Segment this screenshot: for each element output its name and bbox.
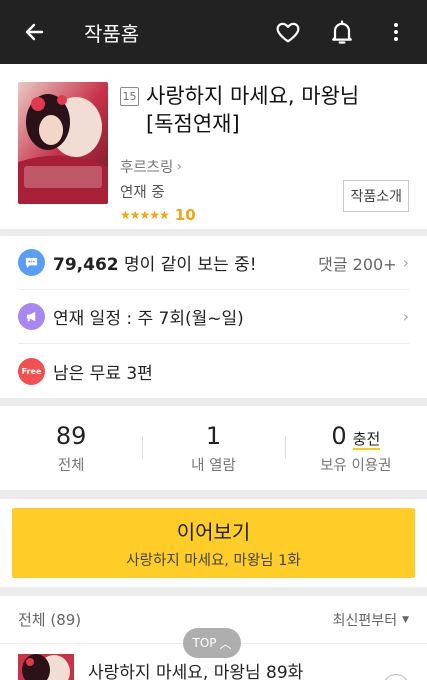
continue-reading-button[interactable]: 이어보기 사랑하지 마세요, 마왕님 1화 (12, 508, 415, 578)
free-row: Free 남은 무료 3편 (18, 344, 409, 398)
stat-total-label: 전체 (57, 457, 85, 474)
comments-link[interactable]: 댓글 200+ › (318, 251, 409, 275)
title-row: 15 사랑하지 마세요, 마왕님 [독점연재] (120, 82, 409, 138)
author-link[interactable]: 후르츠링 › (120, 156, 409, 177)
scroll-top-label: TOP (192, 636, 217, 650)
chevron-right-icon: › (176, 158, 182, 175)
work-title: 사랑하지 마세요, 마왕님 [독점연재] (146, 82, 359, 138)
page-title: 작품홈 (84, 21, 140, 46)
work-intro-button[interactable]: 작품소개 (343, 180, 409, 212)
stat-my-views-label: 내 열람 (191, 457, 236, 474)
viewers-text: 79,462 명이 같이 보는 중! (53, 250, 318, 275)
work-title-line2: [독점연재] (146, 112, 240, 136)
work-info: 15 사랑하지 마세요, 마왕님 [독점연재] 후르츠링 › 연재 중 ★★★★… (0, 64, 427, 229)
chat-bubble-icon (18, 249, 45, 276)
schedule-row[interactable]: 연재 일정 : 주 7회(월~일) › (18, 290, 409, 344)
work-meta: 15 사랑하지 마세요, 마왕님 [독점연재] 후르츠링 › 연재 중 ★★★★… (120, 82, 409, 229)
scroll-top-button[interactable]: TOP ︿ (183, 628, 241, 658)
free-badge-icon: Free (18, 357, 45, 385)
stat-total-value: 89 (55, 421, 87, 450)
age-rating-badge: 15 (120, 87, 139, 106)
stat-tickets-value: 0 (331, 421, 347, 450)
viewers-row[interactable]: 79,462 명이 같이 보는 중! 댓글 200+ › (18, 236, 409, 290)
back-button[interactable] (18, 16, 50, 48)
sort-dropdown[interactable]: 최신편부터 ▼ (333, 610, 409, 630)
favorite-button[interactable] (271, 15, 305, 49)
info-list: 79,462 명이 같이 보는 중! 댓글 200+ › 연재 일정 : 주 7… (0, 236, 427, 398)
schedule-text: 연재 일정 : 주 7회(월~일) (53, 309, 244, 329)
viewers-count: 79,462 (53, 255, 119, 275)
app: 작품홈 15 사랑하지 마세요, 마왕님 [독점연재] 후르츠링 › 연재 중 … (0, 0, 427, 680)
top-bar: 작품홈 (0, 0, 427, 64)
chevron-right-icon: › (402, 253, 409, 272)
charge-link[interactable]: 충전 (352, 430, 381, 450)
notification-button[interactable] (325, 15, 359, 49)
viewers-label: 명이 같이 보는 중! (124, 255, 257, 275)
stats-bar: 89 전체 1 내 열람 0 충전 보유 이용권 (0, 406, 427, 490)
chevron-right-icon: › (402, 307, 409, 326)
bell-icon (332, 20, 352, 44)
stat-my-views: 1 내 열람 (142, 406, 284, 490)
caret-down-icon: ▼ (402, 614, 409, 625)
cover-illustration (18, 82, 108, 204)
stat-tickets: 0 충전 보유 이용권 (284, 406, 427, 490)
author-name: 후르츠링 (120, 160, 174, 176)
more-vertical-icon (394, 23, 398, 41)
continue-label: 이어보기 (176, 520, 251, 544)
episode-thumbnail (18, 654, 74, 680)
stat-total: 89 전체 (0, 406, 142, 490)
episode-count: 전체 (89) (18, 611, 82, 629)
rating-value: 10 (174, 206, 196, 224)
star-rating-icon: ★★★★★ (120, 208, 170, 222)
sort-label: 최신편부터 (332, 612, 398, 629)
episode-download-icon[interactable] (383, 674, 409, 680)
megaphone-icon (18, 303, 45, 330)
back-arrow-icon (25, 23, 44, 41)
episode-title: 사랑하지 마세요, 마왕님 89화 (88, 663, 304, 680)
continue-section: 이어보기 사랑하지 마세요, 마왕님 1화 (0, 499, 427, 587)
stat-my-views-value: 1 (205, 421, 222, 450)
schedule-chevron: › (397, 307, 409, 326)
stat-tickets-label: 보유 이용권 (320, 457, 392, 474)
continue-episode: 사랑하지 마세요, 마왕님 1화 (126, 553, 301, 569)
work-title-line1: 사랑하지 마세요, 마왕님 (146, 84, 360, 108)
chevron-up-icon: ︿ (219, 636, 232, 651)
free-remaining: 남은 무료 3편 (53, 363, 153, 384)
heart-icon (276, 22, 300, 43)
more-button[interactable] (379, 15, 413, 49)
cover-image[interactable] (18, 82, 108, 204)
comments-count: 댓글 200+ (318, 254, 397, 274)
